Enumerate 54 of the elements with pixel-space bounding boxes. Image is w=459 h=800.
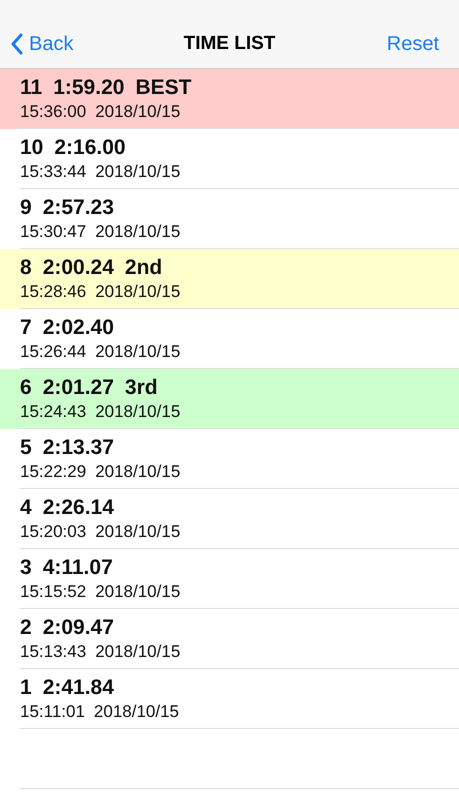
clock-time: 15:24:43 bbox=[20, 401, 86, 423]
lap-number: 1 bbox=[20, 675, 32, 701]
clock-time: 15:28:46 bbox=[20, 281, 86, 303]
lap-date: 2018/10/15 bbox=[95, 461, 180, 483]
lap-time: 2:26.14 bbox=[42, 495, 114, 521]
clock-time: 15:11:01 bbox=[20, 701, 85, 723]
clock-time: 15:13:43 bbox=[20, 641, 86, 663]
reset-button[interactable]: Reset bbox=[386, 29, 439, 59]
lap-row[interactable]: 11 1:59.20 BEST 15:36:00 2018/10/15 bbox=[0, 69, 459, 129]
clock-time: 15:20:03 bbox=[20, 521, 86, 543]
lap-date: 2018/10/15 bbox=[94, 701, 180, 723]
rank-label: BEST bbox=[135, 75, 192, 101]
lap-time: 2:41.84 bbox=[42, 675, 114, 701]
lap-row[interactable]: 6 2:01.27 3rd 15:24:43 2018/10/15 bbox=[0, 369, 459, 429]
lap-time: 2:13.37 bbox=[42, 435, 114, 461]
lap-number: 8 bbox=[20, 255, 32, 281]
lap-row[interactable]: 8 2:00.24 2nd 15:28:46 2018/10/15 bbox=[0, 249, 459, 309]
clock-time: 15:22:29 bbox=[20, 461, 86, 483]
lap-time: 2:09.47 bbox=[42, 615, 114, 641]
lap-time: 2:00.24 bbox=[42, 255, 114, 281]
lap-number: 4 bbox=[20, 495, 32, 521]
clock-time: 15:36:00 bbox=[20, 101, 86, 123]
lap-number: 9 bbox=[20, 195, 32, 221]
lap-date: 2018/10/15 bbox=[95, 101, 180, 123]
screen-title: TIME LIST bbox=[184, 32, 276, 56]
lap-time: 4:11.07 bbox=[42, 555, 113, 581]
lap-number: 11 bbox=[20, 75, 42, 101]
rank-label: 2nd bbox=[124, 255, 162, 281]
lap-number: 6 bbox=[20, 375, 32, 401]
lap-number: 5 bbox=[20, 435, 32, 461]
lap-number: 7 bbox=[20, 315, 32, 341]
lap-date: 2018/10/15 bbox=[95, 341, 180, 363]
clock-time: 15:30:47 bbox=[20, 221, 86, 243]
lap-date: 2018/10/15 bbox=[95, 161, 180, 183]
chevron-left-icon bbox=[10, 33, 23, 55]
lap-date: 2018/10/15 bbox=[95, 641, 180, 663]
rank-label: 3rd bbox=[124, 375, 158, 401]
lap-number: 2 bbox=[20, 615, 32, 641]
lap-number: 3 bbox=[20, 555, 32, 581]
lap-time: 2:01.27 bbox=[42, 375, 114, 401]
lap-date: 2018/10/15 bbox=[95, 401, 180, 423]
lap-date: 2018/10/15 bbox=[95, 581, 180, 603]
lap-date: 2018/10/15 bbox=[95, 521, 180, 543]
lap-time: 2:02.40 bbox=[42, 315, 114, 341]
clock-time: 15:26:44 bbox=[20, 341, 86, 363]
lap-time: 2:57.23 bbox=[42, 195, 114, 221]
clock-time: 15:15:52 bbox=[20, 581, 86, 603]
lap-time: 1:59.20 bbox=[53, 75, 124, 101]
lap-time: 2:16.00 bbox=[54, 135, 126, 161]
clock-time: 15:33:44 bbox=[20, 161, 86, 183]
lap-number: 10 bbox=[20, 135, 44, 161]
back-button[interactable]: Back bbox=[10, 29, 74, 59]
lap-date: 2018/10/15 bbox=[95, 281, 180, 303]
lap-date: 2018/10/15 bbox=[95, 221, 180, 243]
